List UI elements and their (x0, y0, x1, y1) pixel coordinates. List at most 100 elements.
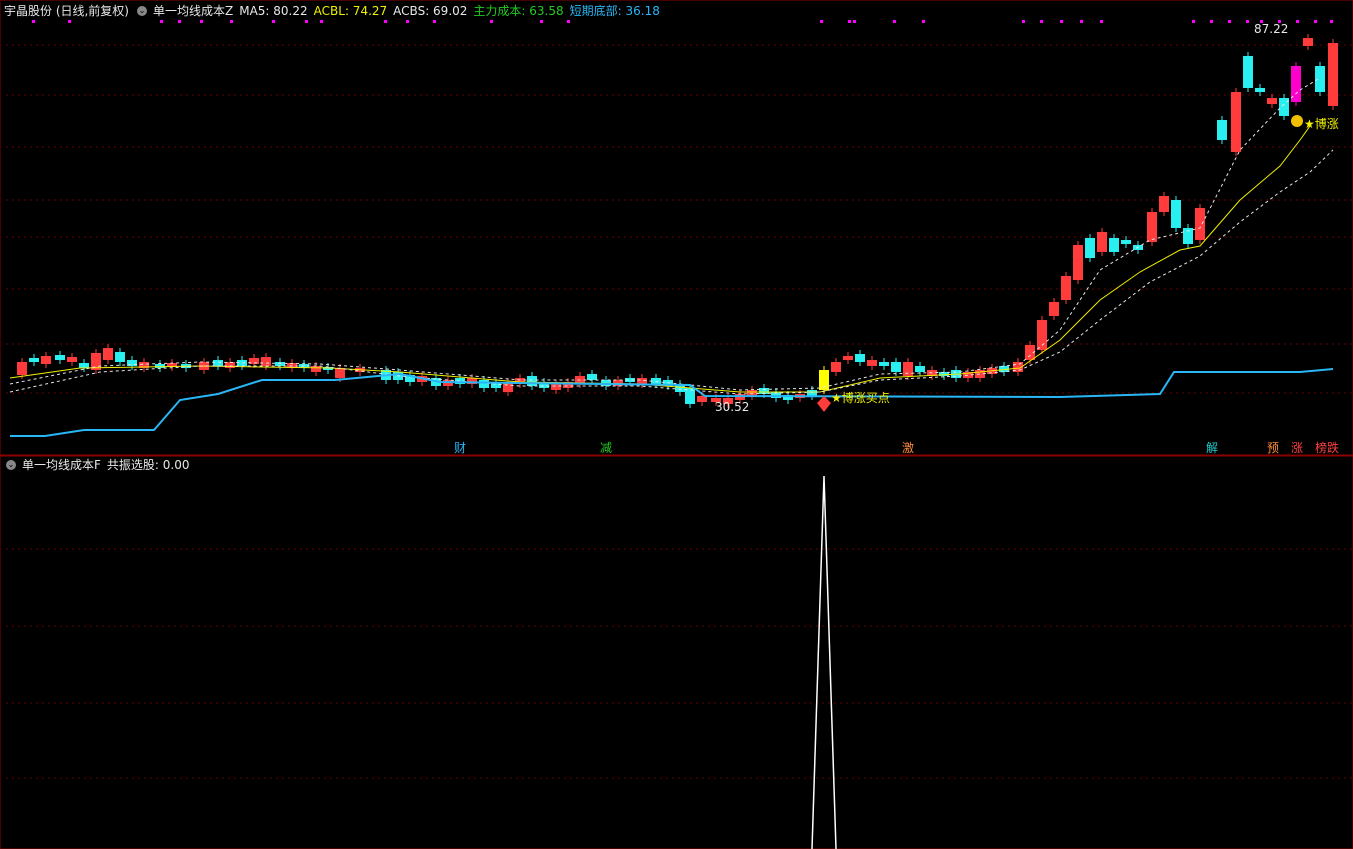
marker-dot (540, 20, 543, 23)
sub-indicator-menu-icon[interactable]: ⌄ (6, 460, 16, 470)
candle-body (17, 362, 27, 375)
ma5-value: MA5: 80.22 (239, 4, 308, 18)
candle-body (1231, 92, 1241, 152)
candle-body (903, 362, 913, 376)
candle-body (1097, 232, 1107, 252)
marker-dot (567, 20, 570, 23)
rise-point-label: ★博涨 (1304, 117, 1339, 131)
candle-body (67, 357, 77, 362)
sub-indicator-chart[interactable] (0, 456, 1353, 849)
acbl-value: ACBL: 74.27 (313, 4, 388, 18)
ma5-line (9, 77, 1321, 391)
candle-body (1303, 38, 1313, 46)
candle-body (1049, 302, 1059, 316)
candle-body (587, 374, 597, 380)
signal-label-yu: 预 (1267, 441, 1280, 455)
marker-dot (1210, 20, 1213, 23)
candle-body (1267, 98, 1277, 104)
marker-dot (200, 20, 203, 23)
marker-dot (1080, 20, 1083, 23)
marker-dot (68, 20, 71, 23)
candle-body (335, 368, 345, 378)
rise-point-coin-icon (1291, 115, 1303, 127)
candle-body (1073, 245, 1083, 280)
candle-body (213, 360, 223, 366)
marker-dot (433, 20, 436, 23)
buy-point-diamond (817, 396, 831, 412)
marker-dot (820, 20, 823, 23)
signal-label-jian: 减 (600, 441, 613, 455)
main-header: 宇晶股份 (日线,前复权) ⌄ 单一均线成本Z MA5: 80.22 ACBL:… (4, 2, 666, 20)
high-price-label: 87.22 (1254, 22, 1289, 36)
marker-dot (1040, 20, 1043, 23)
candle-body (1109, 238, 1119, 252)
candle-body (1159, 196, 1169, 212)
candle-body (1121, 240, 1131, 244)
candle-body (261, 357, 271, 366)
buy-point-label: ★博涨买点 (831, 391, 890, 405)
marker-dot (853, 20, 856, 23)
short-bottom-line (10, 368, 1334, 437)
marker-dot (305, 20, 308, 23)
sub-frame (0, 456, 1353, 849)
marker-dot (1228, 20, 1231, 23)
candle-body (1061, 276, 1071, 300)
candle-body (527, 376, 537, 386)
candle-body (155, 364, 165, 368)
marker-dot (848, 20, 851, 23)
marker-dot (32, 20, 35, 23)
acbs-value: ACBS: 69.02 (393, 4, 468, 18)
marker-dot (384, 20, 387, 23)
marker-dot (1100, 20, 1103, 23)
marker-dot (1314, 20, 1317, 23)
resonance-value: 共振选股: 0.00 (106, 458, 190, 472)
signal-label-zhang: 涨 (1291, 441, 1304, 455)
candle-body (651, 378, 661, 384)
candle-body (1315, 66, 1325, 92)
candle-body (1037, 320, 1047, 350)
candle-body (55, 355, 65, 360)
candle-body (1217, 120, 1227, 140)
marker-dot (1060, 20, 1063, 23)
acbs-line (9, 149, 1334, 395)
marker-dot (178, 20, 181, 23)
marker-dot (320, 20, 323, 23)
candle-body (1255, 88, 1265, 92)
candle-body (1243, 56, 1253, 88)
sub-header: ⌄ 单一均线成本F 共振选股: 0.00 (4, 456, 195, 474)
candle-body (79, 363, 89, 368)
candle-body (891, 362, 901, 372)
candle-body (115, 352, 125, 362)
candle-body (479, 380, 489, 388)
short-bottom-value: 短期底部: 36.18 (569, 4, 660, 18)
marker-dot (490, 20, 493, 23)
marker-dot (230, 20, 233, 23)
marker-dot (1296, 20, 1299, 23)
main-chart-panel[interactable]: 宇晶股份 (日线,前复权) ⌄ 单一均线成本Z MA5: 80.22 ACBL:… (0, 0, 1353, 456)
acbl-line (9, 125, 1311, 393)
candle-body (1171, 200, 1181, 228)
marker-dot (160, 20, 163, 23)
candle-body (551, 384, 561, 390)
candle-body (29, 358, 39, 362)
marker-dot (272, 20, 275, 23)
candle-body (855, 354, 865, 362)
marker-dot (1330, 20, 1333, 23)
indicator-menu-icon[interactable]: ⌄ (137, 6, 147, 16)
sub-indicator-name[interactable]: 单一均线成本F (22, 456, 101, 474)
candlestick-chart[interactable] (0, 0, 1353, 456)
candle-body (831, 362, 841, 372)
candle-body (1147, 212, 1157, 242)
candle-body (1195, 208, 1205, 240)
candle-body (275, 362, 285, 366)
stock-title: 宇晶股份 (日线,前复权) (4, 4, 129, 18)
marker-dot (893, 20, 896, 23)
candle-body (41, 356, 51, 364)
signal-label-jie: 解 (1206, 441, 1219, 455)
indicator-name[interactable]: 单一均线成本Z (153, 2, 233, 20)
signal-label-ji: 激 (902, 441, 915, 455)
candle-body (491, 383, 501, 388)
candle-body (1085, 238, 1095, 258)
low-price-label: 30.52 (715, 400, 750, 414)
sub-indicator-panel[interactable]: ⌄ 单一均线成本F 共振选股: 0.00 (0, 456, 1353, 849)
